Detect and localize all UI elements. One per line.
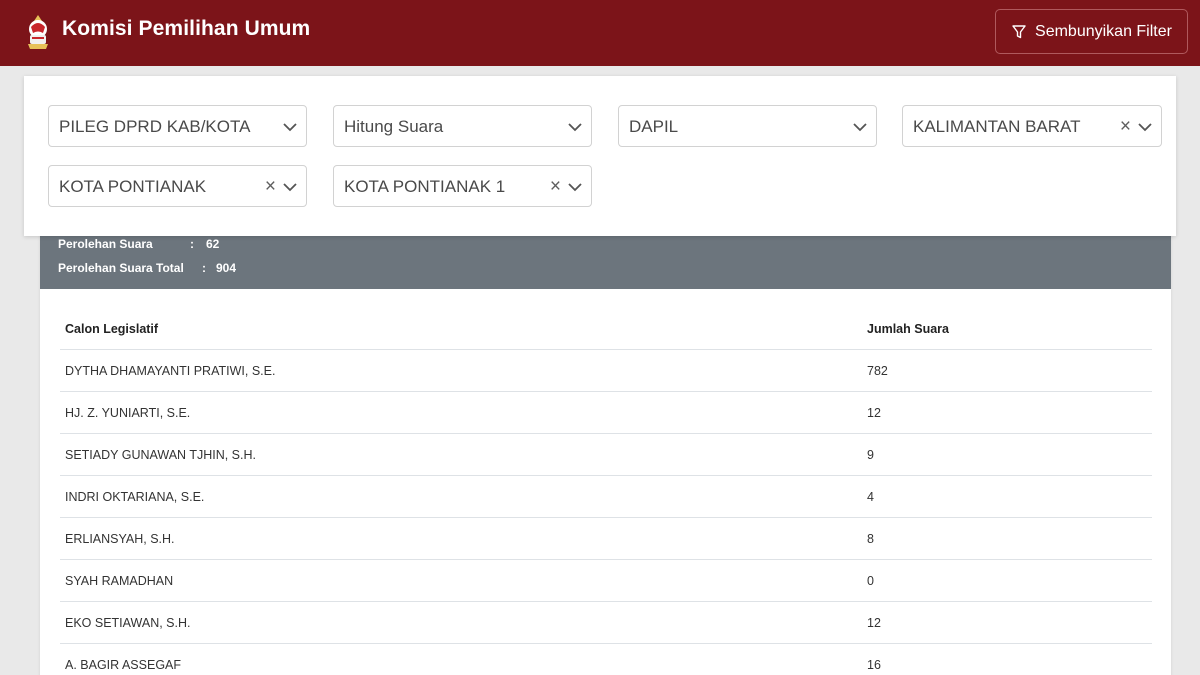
province-value: KALIMANTAN BARAT (913, 117, 1081, 136)
result-card: Perolehan Suara : 62 Perolehan Suara Tot… (40, 200, 1171, 675)
candidate-votes: 12 (867, 615, 881, 630)
total-votes-value: 904 (216, 261, 237, 275)
chevron-down-icon[interactable] (1137, 119, 1153, 135)
candidate-votes: 16 (867, 657, 881, 672)
district-select[interactable]: KOTA PONTIANAK 1 × (333, 165, 592, 207)
table-row: SYAH RAMADHAN 0 (60, 560, 1152, 602)
table-row: EKO SETIAWAN, S.H. 12 (60, 602, 1152, 644)
filter-panel: PILEG DPRD KAB/KOTA Hitung Suara DAPIL K… (24, 76, 1176, 236)
separator: : (190, 237, 194, 251)
funnel-icon (1012, 24, 1026, 38)
candidate-name: HJ. Z. YUNIARTI, S.E. (65, 405, 191, 420)
candidate-votes: 4 (867, 489, 874, 504)
app-title: Komisi Pemilihan Umum (62, 17, 311, 40)
candidate-name: EKO SETIAWAN, S.H. (65, 615, 191, 630)
candidate-name: SYAH RAMADHAN (65, 573, 174, 588)
clear-x-icon[interactable]: × (550, 177, 561, 196)
election-type-value: PILEG DPRD KAB/KOTA (59, 117, 251, 136)
candidate-votes: 8 (867, 531, 874, 546)
chevron-down-icon[interactable] (282, 119, 298, 135)
candidate-name: A. BAGIR ASSEGAF (65, 657, 182, 672)
region-level-value: DAPIL (629, 117, 679, 136)
province-select[interactable]: KALIMANTAN BARAT × (902, 105, 1162, 147)
chevron-down-icon[interactable] (567, 179, 583, 195)
table-row: A. BAGIR ASSEGAF 16 (60, 644, 1152, 675)
candidate-name: INDRI OKTARIANA, S.E. (65, 489, 205, 504)
total-votes-row: Perolehan Suara Total : 904 (58, 261, 236, 275)
table-row: ERLIANSYAH, S.H. 8 (60, 518, 1152, 560)
election-type-select[interactable]: PILEG DPRD KAB/KOTA (48, 105, 307, 147)
table-header: Calon Legislatif Jumlah Suara (60, 308, 1152, 350)
candidate-votes: 12 (867, 405, 881, 420)
candidate-name: SETIADY GUNAWAN TJHIN, S.H. (65, 447, 256, 462)
party-votes-row: Perolehan Suara : 62 (58, 237, 219, 251)
clear-x-icon[interactable]: × (1120, 117, 1131, 136)
hide-filter-button[interactable]: Sembunyikan Filter (995, 9, 1188, 54)
party-votes-label: Perolehan Suara (58, 237, 153, 251)
party-votes-value: 62 (206, 237, 220, 251)
clear-x-icon[interactable]: × (265, 177, 276, 196)
candidate-column-header: Calon Legislatif (65, 321, 159, 336)
district-value: KOTA PONTIANAK 1 (344, 177, 506, 196)
top-header: Komisi Pemilihan Umum Sembunyikan Filter (0, 0, 1200, 66)
chevron-down-icon[interactable] (282, 179, 298, 195)
candidate-table: Calon Legislatif Jumlah Suara DYTHA DHAM… (60, 308, 1152, 675)
chevron-down-icon[interactable] (852, 119, 868, 135)
separator: : (202, 261, 206, 275)
region-level-select[interactable]: DAPIL (618, 105, 877, 147)
table-row: DYTHA DHAMAYANTI PRATIWI, S.E. 782 (60, 350, 1152, 392)
candidate-votes: 0 (867, 573, 874, 588)
table-row: SETIADY GUNAWAN TJHIN, S.H. 9 (60, 434, 1152, 476)
table-row: HJ. Z. YUNIARTI, S.E. 12 (60, 392, 1152, 434)
data-type-value: Hitung Suara (344, 117, 444, 136)
candidate-votes: 782 (867, 363, 888, 378)
city-select[interactable]: KOTA PONTIANAK × (48, 165, 307, 207)
kpu-logo-icon[interactable] (22, 13, 54, 51)
hide-filter-label: Sembunyikan Filter (1035, 22, 1172, 40)
chevron-down-icon[interactable] (567, 119, 583, 135)
candidate-votes: 9 (867, 447, 874, 462)
candidate-name: DYTHA DHAMAYANTI PRATIWI, S.E. (65, 363, 276, 378)
city-value: KOTA PONTIANAK (59, 177, 207, 196)
table-row: INDRI OKTARIANA, S.E. 4 (60, 476, 1152, 518)
candidate-name: ERLIANSYAH, S.H. (65, 531, 175, 546)
data-type-select[interactable]: Hitung Suara (333, 105, 592, 147)
votes-column-header: Jumlah Suara (867, 321, 949, 336)
total-votes-label: Perolehan Suara Total (58, 261, 184, 275)
